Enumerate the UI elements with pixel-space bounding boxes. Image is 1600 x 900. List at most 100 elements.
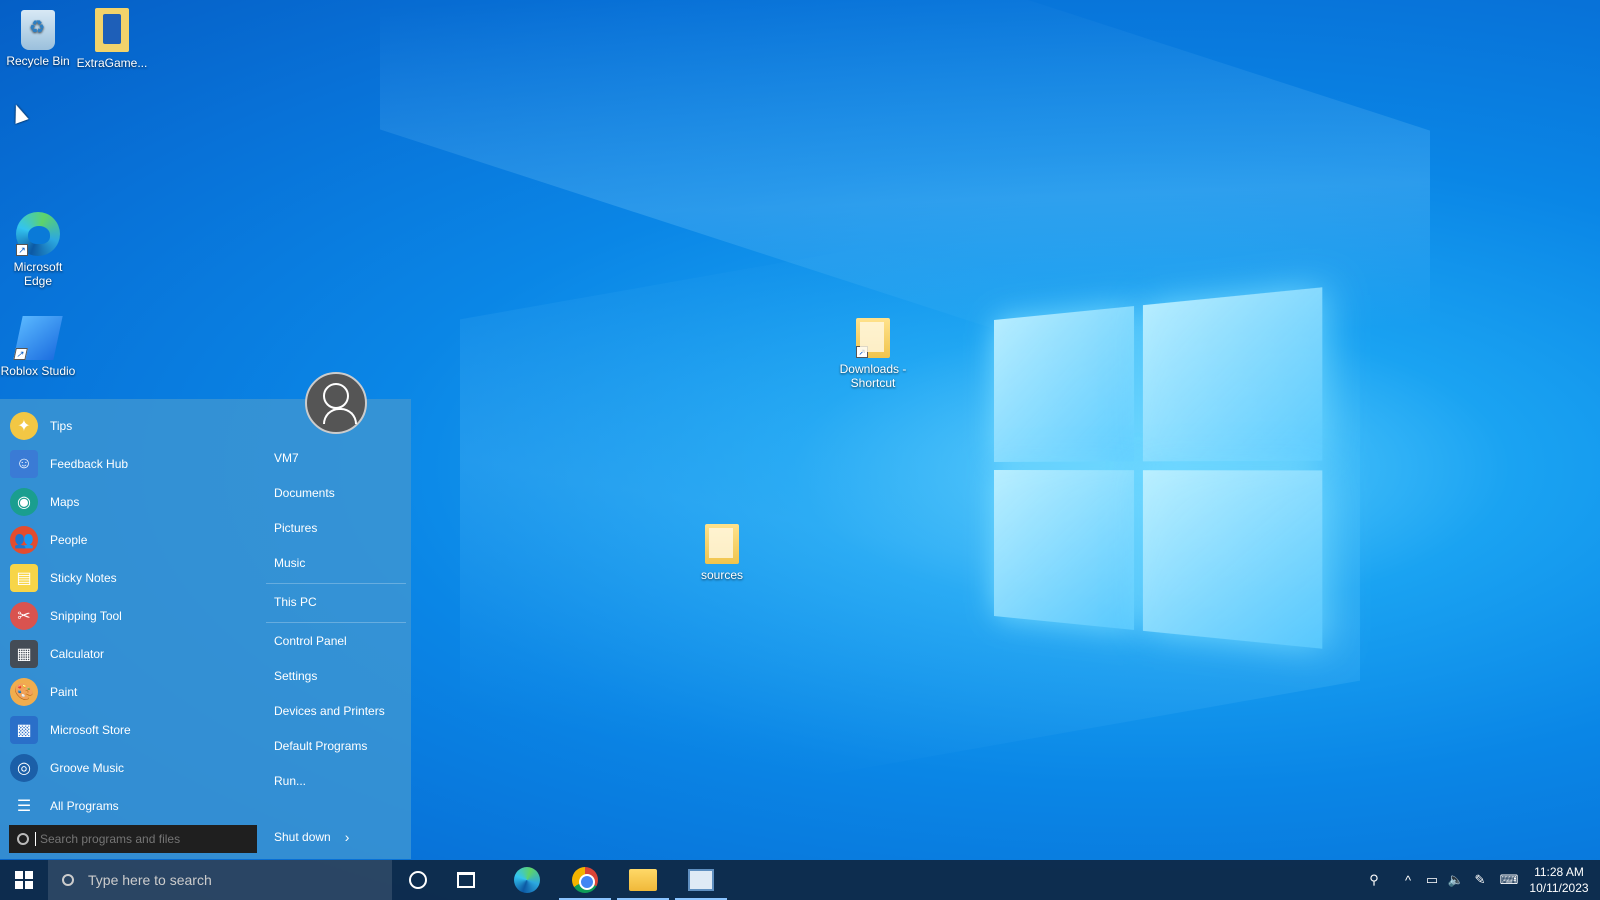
link-control-panel[interactable]: Control Panel xyxy=(274,631,347,651)
program-calculator[interactable]: ▦ Calculator xyxy=(10,637,260,671)
program-microsoft-store[interactable]: ▩ Microsoft Store xyxy=(10,713,260,747)
program-snipping-tool[interactable]: ✂ Snipping Tool xyxy=(10,599,260,633)
chevron-up-icon[interactable]: ^ xyxy=(1396,873,1420,888)
program-people[interactable]: 👥 People xyxy=(10,523,260,557)
user-avatar[interactable] xyxy=(305,372,367,434)
program-feedback-hub[interactable]: ☺ Feedback Hub xyxy=(10,447,260,481)
desktop-icon-label: sources xyxy=(700,568,744,582)
desktop-icon-label: Recycle Bin xyxy=(6,54,70,68)
clock[interactable]: 11:28 AM 10/11/2023 xyxy=(1526,864,1592,896)
search-icon xyxy=(62,874,74,886)
shutdown-label: Shut down xyxy=(274,830,331,844)
search-icon xyxy=(17,833,29,845)
cortana-button[interactable] xyxy=(392,860,444,900)
start-menu: ✦ Tips ☺ Feedback Hub ◉ Maps 👥 People ▤ … xyxy=(0,399,411,859)
link-run[interactable]: Run... xyxy=(274,771,306,791)
store-bag-icon: ▩ xyxy=(10,716,38,744)
link-devices-and-printers[interactable]: Devices and Printers xyxy=(274,701,385,721)
recycle-bin-icon xyxy=(21,10,55,50)
link-music[interactable]: Music xyxy=(274,553,305,573)
program-groove-music[interactable]: ◎ Groove Music xyxy=(10,751,260,785)
calculator-icon: ▦ xyxy=(10,640,38,668)
divider xyxy=(266,622,406,623)
system-tray: ⚲ ^ ▭ 🔈 ✎ ⌨ 11:28 AM 10/11/2023 xyxy=(1362,860,1600,900)
taskbar-search-placeholder: Type here to search xyxy=(88,872,212,888)
game-file-icon xyxy=(95,8,129,52)
start-menu-search-box[interactable] xyxy=(9,825,257,853)
desktop-icon-label: Roblox Studio xyxy=(0,364,76,378)
program-all-programs[interactable]: ☰ All Programs xyxy=(10,789,260,823)
wallpaper-windows-logo xyxy=(994,287,1323,649)
program-label: Tips xyxy=(50,419,73,433)
file-explorer-icon xyxy=(629,869,657,891)
program-label: Microsoft Store xyxy=(50,723,131,737)
desktop-icon-sources[interactable]: sources xyxy=(684,524,760,582)
keyboard-icon[interactable]: ⌨ xyxy=(1492,872,1526,888)
folder-icon: ↗ xyxy=(856,318,890,358)
link-default-programs[interactable]: Default Programs xyxy=(274,736,367,756)
desktop-icon-microsoft-edge[interactable]: ↗ Microsoft Edge xyxy=(0,212,76,288)
taskbar: Type here to search ⚲ ^ ▭ 🔈 ✎ ⌨ 11:28 AM… xyxy=(0,860,1600,900)
desktop-icon-recycle-bin[interactable]: Recycle Bin xyxy=(0,8,76,68)
windows-logo-icon xyxy=(15,871,33,889)
edge-icon xyxy=(514,867,540,893)
start-menu-search-input[interactable] xyxy=(40,832,230,846)
program-label: Paint xyxy=(50,685,78,699)
desktop-icon-roblox-studio[interactable]: ↗ Roblox Studio xyxy=(0,316,76,378)
program-label: Snipping Tool xyxy=(50,609,122,623)
taskbar-chrome[interactable] xyxy=(556,860,614,900)
program-label: All Programs xyxy=(50,799,119,813)
paint-palette-icon: 🎨 xyxy=(10,678,38,706)
program-sticky-notes[interactable]: ▤ Sticky Notes xyxy=(10,561,260,595)
link-pictures[interactable]: Pictures xyxy=(274,518,317,538)
people-icon[interactable]: ⚲ xyxy=(1362,872,1386,888)
folder-icon xyxy=(705,524,739,564)
shutdown-button[interactable]: Shut down › xyxy=(274,829,349,845)
link-settings[interactable]: Settings xyxy=(274,666,317,686)
program-label: Groove Music xyxy=(50,761,125,775)
desktop-icon-downloads-shortcut[interactable]: ↗ Downloads - Shortcut xyxy=(835,318,911,390)
volume-icon[interactable]: 🔈 xyxy=(1444,872,1468,888)
program-tips[interactable]: ✦ Tips xyxy=(10,409,260,443)
text-caret xyxy=(35,832,36,846)
taskbar-edge[interactable] xyxy=(498,860,556,900)
snipping-tool-icon: ✂ xyxy=(10,602,38,630)
start-menu-programs: ✦ Tips ☺ Feedback Hub ◉ Maps 👥 People ▤ … xyxy=(0,399,262,859)
program-label: Feedback Hub xyxy=(50,457,129,471)
link-documents[interactable]: Documents xyxy=(274,483,335,503)
shortcut-arrow-icon: ↗ xyxy=(16,244,28,256)
feedback-hub-icon: ☺ xyxy=(10,450,38,478)
desktop-icon-extragame[interactable]: ExtraGame... xyxy=(74,8,150,70)
tips-lightbulb-icon: ✦ xyxy=(10,412,38,440)
roblox-studio-icon: ↗ xyxy=(13,316,63,360)
groove-music-icon: ◎ xyxy=(10,754,38,782)
link-user-folder[interactable]: VM7 xyxy=(274,448,299,468)
taskbar-file-explorer[interactable] xyxy=(614,860,672,900)
clock-date: 10/11/2023 xyxy=(1529,881,1589,895)
start-button[interactable] xyxy=(0,860,48,900)
desktop-icon-label: ExtraGame... xyxy=(76,56,148,70)
program-label: Sticky Notes xyxy=(50,571,117,585)
network-icon[interactable]: ▭ xyxy=(1420,872,1444,888)
link-this-pc[interactable]: This PC xyxy=(274,592,317,612)
program-label: Calculator xyxy=(50,647,105,661)
maps-icon: ◉ xyxy=(10,488,38,516)
sticky-notes-icon: ▤ xyxy=(10,564,38,592)
desktop-icon-label: Microsoft Edge xyxy=(13,260,63,288)
mouse-cursor-icon xyxy=(9,102,29,124)
program-paint[interactable]: 🎨 Paint xyxy=(10,675,260,709)
people-icon: 👥 xyxy=(10,526,38,554)
pen-icon[interactable]: ✎ xyxy=(1468,872,1492,888)
divider xyxy=(266,583,406,584)
program-maps[interactable]: ◉ Maps xyxy=(10,485,260,519)
task-view-icon xyxy=(457,872,475,888)
program-label: People xyxy=(50,533,88,547)
task-view-button[interactable] xyxy=(444,860,488,900)
chevron-right-icon[interactable]: › xyxy=(345,829,350,845)
taskbar-control-panel[interactable] xyxy=(672,860,730,900)
control-panel-icon xyxy=(688,869,714,891)
shortcut-arrow-icon: ↗ xyxy=(13,348,28,360)
start-menu-links: VM7 Documents Pictures Music This PC Con… xyxy=(262,399,411,859)
taskbar-search-box[interactable]: Type here to search xyxy=(48,860,392,900)
clock-time: 11:28 AM xyxy=(1534,865,1584,879)
